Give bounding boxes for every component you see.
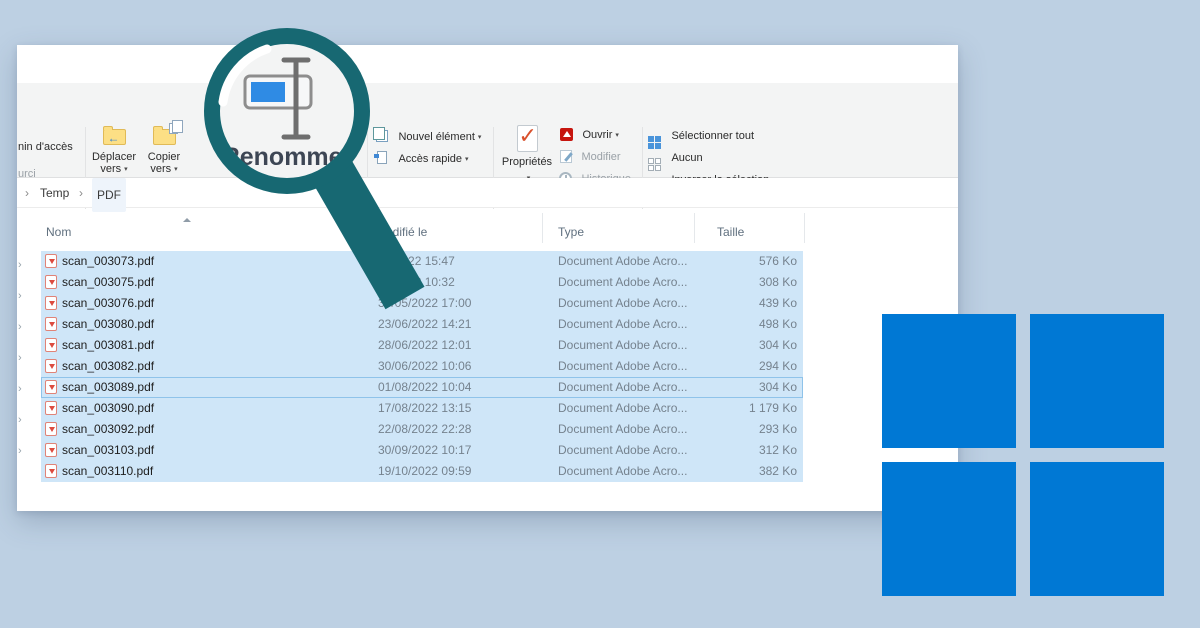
promo-canvas: nin d'accès urci ← Déplacer vers Copier …: [0, 0, 1200, 628]
tree-expander-icon[interactable]: [18, 320, 28, 334]
ribbon: nin d'accès urci ← Déplacer vers Copier …: [17, 83, 958, 178]
pdf-file-icon: [45, 317, 57, 331]
address-bar[interactable]: Temp PDF: [17, 178, 958, 208]
adobe-acrobat-icon: [560, 128, 573, 141]
select-none-button[interactable]: Aucun: [648, 148, 703, 171]
pdf-file-icon: [45, 464, 57, 478]
pdf-file-icon: [45, 359, 57, 373]
windows-logo-square: [882, 314, 1016, 448]
explorer-window: nin d'accès urci ← Déplacer vers Copier …: [17, 45, 958, 511]
left-arrow-icon: ←: [108, 130, 120, 146]
magnifier-graphic: Renommer: [165, 5, 435, 325]
tree-expander-icon[interactable]: [18, 258, 28, 272]
rename-selection-fill: [251, 82, 285, 102]
properties-button[interactable]: Propriétés: [499, 125, 555, 186]
file-row-focused[interactable]: scan_003089.pdf 01/08/2022 10:04 Documen…: [41, 377, 803, 398]
file-row[interactable]: scan_003082.pdf 30/06/2022 10:06 Documen…: [41, 356, 803, 377]
edit-pencil-icon: [560, 150, 572, 163]
windows-logo: [882, 314, 1164, 596]
file-row[interactable]: scan_003110.pdf 19/10/2022 09:59 Documen…: [41, 461, 803, 482]
pdf-file-icon: [45, 338, 57, 352]
column-separator[interactable]: [542, 213, 543, 243]
pdf-file-icon: [45, 296, 57, 310]
tree-expander-icon[interactable]: [18, 289, 28, 303]
pdf-file-icon: [45, 422, 57, 436]
pdf-file-icon: [45, 275, 57, 289]
chevron-right-icon[interactable]: [79, 178, 83, 208]
pdf-file-icon: [45, 443, 57, 457]
breadcrumb-item-pdf[interactable]: PDF: [92, 178, 126, 212]
tree-expander-icon[interactable]: [18, 351, 28, 365]
column-header-size[interactable]: Taille: [717, 225, 744, 239]
select-all-button[interactable]: Sélectionner tout: [648, 126, 754, 149]
column-separator[interactable]: [694, 213, 695, 243]
tree-expander-icon[interactable]: [18, 382, 28, 396]
file-row[interactable]: scan_003092.pdf 22/08/2022 22:28 Documen…: [41, 419, 803, 440]
clipped-copy-path-label[interactable]: nin d'accès: [18, 141, 73, 153]
pdf-file-icon: [45, 401, 57, 415]
move-to-button[interactable]: ← Déplacer vers: [88, 125, 140, 175]
file-row[interactable]: scan_003103.pdf 30/09/2022 10:17 Documen…: [41, 440, 803, 461]
edit-button: Modifier: [560, 147, 621, 165]
file-row[interactable]: scan_003090.pdf 17/08/2022 13:15 Documen…: [41, 398, 803, 419]
column-separator[interactable]: [804, 213, 805, 243]
tree-expander-icon[interactable]: [18, 413, 28, 427]
breadcrumb-item-temp[interactable]: Temp: [40, 178, 69, 208]
windows-logo-square: [882, 462, 1016, 596]
windows-logo-square: [1030, 462, 1164, 596]
properties-check-icon: [517, 125, 538, 152]
file-row[interactable]: scan_003081.pdf 28/06/2022 12:01 Documen…: [41, 335, 803, 356]
chevron-right-icon[interactable]: [25, 178, 29, 208]
column-header-name[interactable]: Nom: [46, 225, 71, 239]
move-to-icon: ←: [103, 129, 126, 145]
tree-expander-icon[interactable]: [18, 444, 28, 458]
pdf-file-icon: [45, 380, 57, 394]
windows-logo-square: [1030, 314, 1164, 448]
open-button[interactable]: Ouvrir: [560, 125, 619, 143]
pdf-file-icon: [45, 254, 57, 268]
magnifier-handle: [333, 173, 405, 298]
column-header-type[interactable]: Type: [558, 225, 584, 239]
